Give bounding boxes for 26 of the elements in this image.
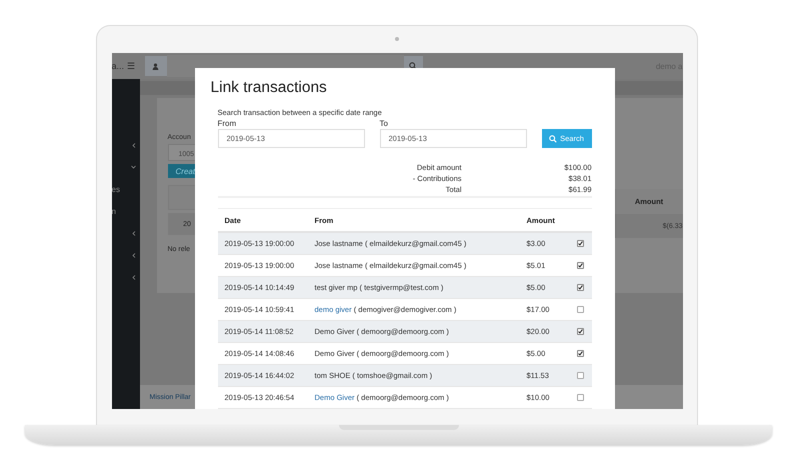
sidebar-item[interactable]: es xyxy=(112,184,120,194)
checkbox[interactable] xyxy=(576,328,584,335)
search-icon xyxy=(549,134,558,142)
chevron-down-icon[interactable] xyxy=(130,165,136,169)
to-label: To xyxy=(380,119,388,128)
chevron-left-icon[interactable] xyxy=(132,142,136,148)
chevron-left-icon[interactable] xyxy=(132,230,136,236)
user-button[interactable] xyxy=(144,56,166,76)
table-header-cell xyxy=(168,185,194,210)
checkbox[interactable] xyxy=(576,350,584,357)
checkbox[interactable] xyxy=(576,306,584,313)
checkbox[interactable] xyxy=(576,372,584,379)
checkbox[interactable] xyxy=(576,284,584,291)
user-icon xyxy=(152,62,159,70)
checkbox[interactable] xyxy=(576,262,584,269)
sidebar-item[interactable]: n xyxy=(112,206,116,216)
dialog-title: Link transactions xyxy=(210,79,328,98)
from-label: From xyxy=(218,119,238,128)
create-button[interactable]: Creat xyxy=(168,164,198,178)
chevron-left-icon[interactable] xyxy=(132,252,136,258)
chevron-left-icon[interactable] xyxy=(132,274,136,280)
checkbox[interactable] xyxy=(576,240,584,247)
camera-icon xyxy=(395,37,399,41)
checkbox[interactable] xyxy=(576,394,584,401)
brand-name: a... xyxy=(112,61,124,71)
menu-icon[interactable]: ☰ xyxy=(127,61,136,71)
